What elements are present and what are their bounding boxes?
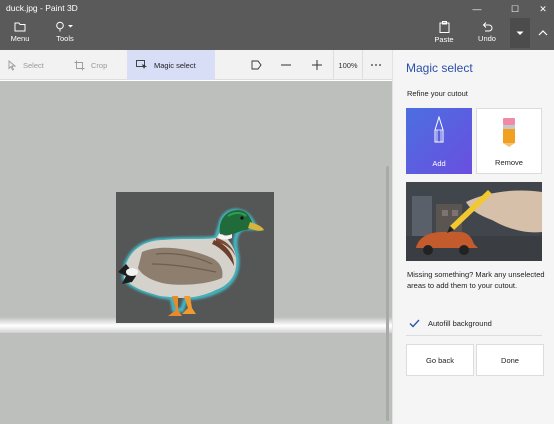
add-mode-button[interactable]: Add xyxy=(406,108,472,174)
crop-tool[interactable]: Crop xyxy=(74,50,118,80)
pen-icon xyxy=(434,116,444,143)
title-bar: duck.jpg - Paint 3D — ☐ ✕ Menu Tools Pas… xyxy=(0,0,554,50)
maximize-button[interactable]: ☐ xyxy=(500,0,530,18)
checkbox-box xyxy=(408,317,420,329)
zoom-level[interactable]: 100% xyxy=(333,50,363,80)
crop-icon xyxy=(74,60,85,71)
panel-subtitle: Refine your cutout xyxy=(407,89,468,98)
canvas-area[interactable] xyxy=(0,81,392,424)
add-label: Add xyxy=(432,159,446,168)
eraser-icon xyxy=(503,118,515,147)
magic-select-panel: Magic select Refine your cutout Add Remo… xyxy=(392,50,554,424)
close-button[interactable]: ✕ xyxy=(528,0,554,18)
paste-button[interactable]: Paste xyxy=(430,18,458,48)
magic-select-label: Magic select xyxy=(154,60,196,70)
undo-button[interactable]: Undo xyxy=(474,18,500,48)
menu-label: Menu xyxy=(10,34,30,43)
done-button[interactable]: Done xyxy=(476,344,544,376)
paste-icon xyxy=(439,21,449,33)
select-icon xyxy=(8,59,17,71)
duck-cutout xyxy=(118,208,264,316)
magic-select-icon xyxy=(136,60,148,70)
autofill-background-checkbox[interactable]: Autofill background xyxy=(408,317,492,329)
select-tool[interactable]: Select xyxy=(8,50,58,80)
checkmark-icon xyxy=(409,319,419,327)
chevron-up-icon xyxy=(538,30,548,36)
paste-label: Paste xyxy=(434,35,454,44)
canvas-toolbar: Select Crop Magic select 100% xyxy=(0,50,392,80)
zoom-in-button[interactable] xyxy=(308,50,326,80)
more-options-button[interactable] xyxy=(368,50,384,80)
view-3d-button[interactable] xyxy=(246,50,266,80)
panel-title: Magic select xyxy=(406,61,473,75)
magic-select-tool[interactable]: Magic select xyxy=(127,50,215,80)
panel-divider xyxy=(406,335,542,336)
undo-icon xyxy=(482,22,493,32)
tools-button[interactable]: Tools xyxy=(50,18,80,48)
vertical-scrollbar[interactable] xyxy=(386,166,389,421)
help-text: Missing something? Mark any unselected a… xyxy=(407,270,545,290)
chevron-down-icon xyxy=(516,31,524,35)
menu-button[interactable]: Menu xyxy=(6,18,34,48)
autofill-label: Autofill background xyxy=(428,318,492,328)
plus-icon xyxy=(312,60,322,70)
minus-icon xyxy=(281,64,291,66)
go-back-button[interactable]: Go back xyxy=(406,344,474,376)
undo-label: Undo xyxy=(478,34,496,43)
brush-icon xyxy=(56,21,73,32)
folder-icon xyxy=(14,22,26,32)
zoom-out-button[interactable] xyxy=(277,50,295,80)
select-label: Select xyxy=(23,60,44,70)
more-icon xyxy=(371,64,381,66)
remove-label: Remove xyxy=(495,158,523,167)
flag-icon xyxy=(251,60,262,70)
tutorial-illustration xyxy=(406,182,542,261)
crop-label: Crop xyxy=(91,60,108,70)
more-commands-button[interactable] xyxy=(510,18,530,48)
collapse-ribbon-button[interactable] xyxy=(536,27,550,39)
minimize-button[interactable]: — xyxy=(462,0,492,18)
window-title: duck.jpg - Paint 3D xyxy=(6,3,78,13)
remove-mode-button[interactable]: Remove xyxy=(476,108,542,174)
tools-label: Tools xyxy=(56,34,74,43)
duck-image[interactable] xyxy=(116,192,274,323)
